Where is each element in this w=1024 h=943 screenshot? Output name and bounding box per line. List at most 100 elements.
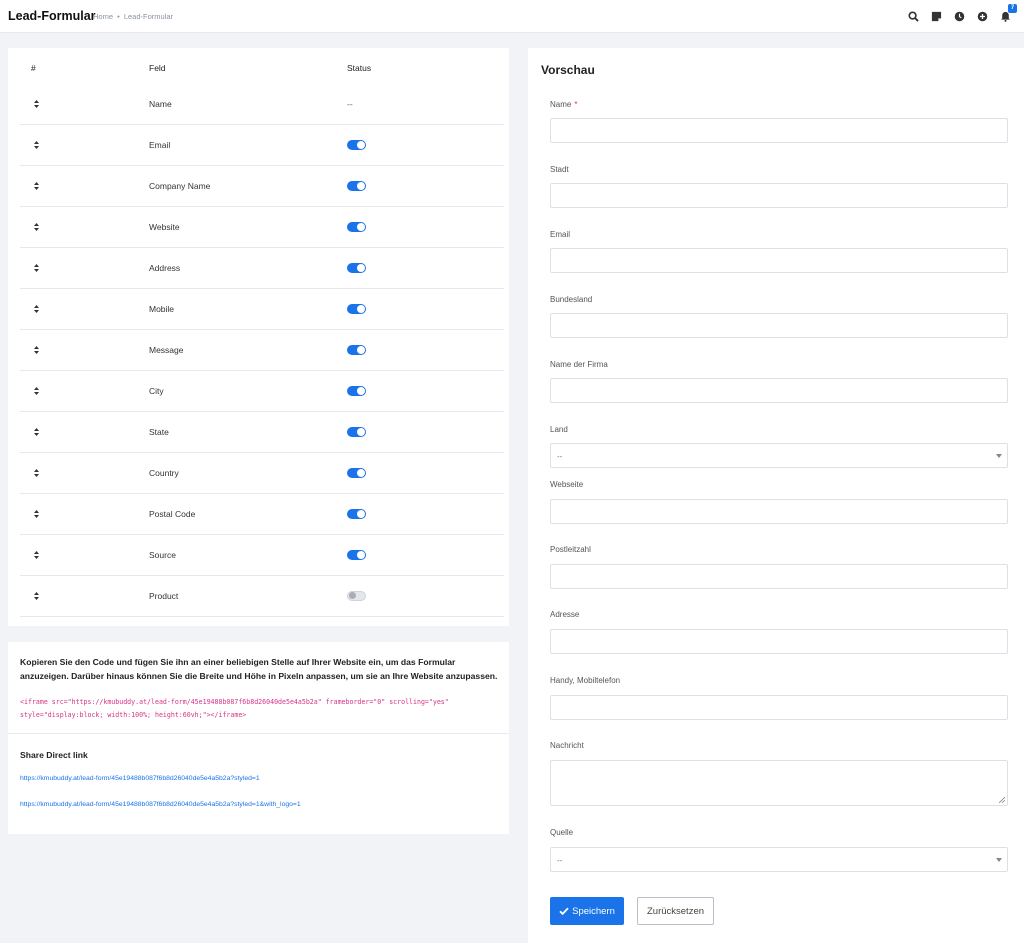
- preview-select[interactable]: --: [550, 847, 1008, 872]
- drag-handle-icon[interactable]: [34, 166, 39, 206]
- preview-label: Webseite: [550, 480, 583, 489]
- field-status[interactable]: [347, 412, 366, 452]
- breadcrumb: Home • Lead-Formular: [93, 12, 173, 21]
- preview-input[interactable]: [550, 629, 1008, 654]
- status-toggle[interactable]: [347, 345, 366, 355]
- drag-handle-icon[interactable]: [34, 125, 39, 165]
- reset-button-label: Zurücksetzen: [646, 905, 705, 917]
- preview-input[interactable]: [550, 564, 1008, 589]
- embed-card: Kopieren Sie den Code und fügen Sie ihn …: [8, 642, 509, 834]
- status-toggle[interactable]: [347, 427, 366, 437]
- preview-input[interactable]: [550, 695, 1008, 720]
- save-button-label: Speichern: [572, 905, 615, 917]
- resize-handle-icon[interactable]: [999, 797, 1005, 803]
- chevron-down-icon: [996, 858, 1002, 862]
- preview-input[interactable]: [550, 378, 1008, 403]
- preview-input[interactable]: [550, 248, 1008, 273]
- share-link-styled-logo[interactable]: https://kmubuddy.at/lead-form/45e19488b0…: [20, 801, 301, 808]
- field-name: Website: [149, 222, 180, 232]
- field-status[interactable]: [347, 453, 366, 493]
- top-bar: Lead-Formular Home • Lead-Formular 7: [0, 0, 1024, 33]
- field-status[interactable]: [347, 371, 366, 411]
- preview-label: Nachricht: [550, 741, 584, 750]
- preview-input[interactable]: [550, 118, 1008, 143]
- table-row: Postal Code: [20, 494, 504, 535]
- field-status[interactable]: [347, 248, 366, 288]
- status-toggle[interactable]: [347, 140, 366, 150]
- status-toggle[interactable]: [347, 509, 366, 519]
- drag-handle-icon[interactable]: [34, 576, 39, 616]
- drag-handle-icon[interactable]: [34, 248, 39, 288]
- preview-label-text: Name der Firma: [550, 360, 608, 369]
- field-status[interactable]: [347, 125, 366, 165]
- field-name: Company Name: [149, 181, 211, 191]
- table-row: Name --: [20, 84, 504, 125]
- drag-handle-icon[interactable]: [34, 535, 39, 575]
- embed-code[interactable]: <iframe src="https://kmubuddy.at/lead-fo…: [20, 696, 500, 722]
- preview-label-text: Handy, Mobiltelefon: [550, 676, 621, 685]
- preview-label-text: Webseite: [550, 480, 584, 489]
- search-icon[interactable]: [906, 9, 920, 23]
- drag-handle-icon[interactable]: [34, 494, 39, 534]
- field-status[interactable]: [347, 330, 366, 370]
- bell-icon[interactable]: 7: [998, 4, 1017, 23]
- preview-input[interactable]: [550, 183, 1008, 208]
- field-status[interactable]: [347, 207, 366, 247]
- page-title: Lead-Formular: [8, 9, 96, 23]
- preview-label-text: Bundesland: [550, 295, 593, 304]
- reset-button[interactable]: Zurücksetzen: [637, 897, 714, 925]
- field-status[interactable]: [347, 576, 366, 616]
- preview-card: Vorschau Name * Stadt Email Bundesland Name d…: [528, 48, 1024, 943]
- table-row: Product: [20, 576, 504, 617]
- select-value: --: [557, 452, 563, 461]
- preview-input[interactable]: [550, 313, 1008, 338]
- preview-input[interactable]: [550, 499, 1008, 524]
- preview-label: Name *: [550, 100, 577, 109]
- table-row: Source: [20, 535, 504, 576]
- status-toggle[interactable]: [347, 550, 366, 560]
- status-toggle[interactable]: [347, 263, 366, 273]
- field-name: Message: [149, 345, 184, 355]
- share-link-styled[interactable]: https://kmubuddy.at/lead-form/45e19488b0…: [20, 775, 260, 782]
- preview-textarea[interactable]: [550, 760, 1008, 806]
- preview-select[interactable]: --: [550, 443, 1008, 468]
- table-row: Message: [20, 330, 504, 371]
- status-toggle[interactable]: [347, 386, 366, 396]
- status-toggle[interactable]: [347, 468, 366, 478]
- field-status[interactable]: [347, 535, 366, 575]
- field-status[interactable]: [347, 166, 366, 206]
- table-row: City: [20, 371, 504, 412]
- top-actions: 7: [897, 4, 1017, 23]
- preview-label: Quelle: [550, 828, 573, 837]
- preview-label-text: Stadt: [550, 165, 569, 174]
- drag-handle-icon[interactable]: [34, 412, 39, 452]
- status-toggle[interactable]: [347, 222, 366, 232]
- table-row: Website: [20, 207, 504, 248]
- drag-handle-icon[interactable]: [34, 289, 39, 329]
- drag-handle-icon[interactable]: [34, 207, 39, 247]
- preview-label-text: Land: [550, 425, 568, 434]
- breadcrumb-home[interactable]: Home: [93, 12, 113, 21]
- preview-label: Name der Firma: [550, 360, 608, 369]
- field-status[interactable]: [347, 289, 366, 329]
- table-row: Country: [20, 453, 504, 494]
- drag-handle-icon[interactable]: [34, 453, 39, 493]
- field-name: Country: [149, 468, 179, 478]
- preview-label-text: Postleitzahl: [550, 545, 591, 554]
- preview-label: Postleitzahl: [550, 545, 591, 554]
- preview-label: Email: [550, 230, 570, 239]
- note-icon[interactable]: [929, 9, 943, 23]
- col-header-field: Feld: [149, 63, 166, 73]
- save-button[interactable]: Speichern: [550, 897, 624, 925]
- preview-label: Adresse: [550, 610, 579, 619]
- field-status[interactable]: [347, 494, 366, 534]
- clock-icon[interactable]: [952, 9, 966, 23]
- status-toggle[interactable]: [347, 304, 366, 314]
- add-circle-icon[interactable]: [975, 9, 989, 23]
- status-toggle[interactable]: [347, 591, 366, 601]
- chevron-down-icon: [996, 454, 1002, 458]
- drag-handle-icon[interactable]: [34, 84, 39, 124]
- drag-handle-icon[interactable]: [34, 371, 39, 411]
- drag-handle-icon[interactable]: [34, 330, 39, 370]
- status-toggle[interactable]: [347, 181, 366, 191]
